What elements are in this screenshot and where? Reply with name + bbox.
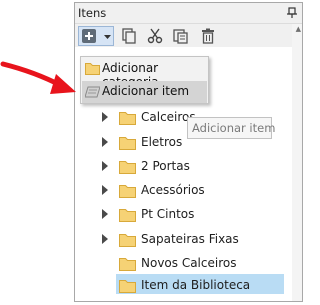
expand-arrow-icon[interactable] — [102, 234, 108, 244]
expand-arrow-icon[interactable] — [102, 112, 108, 122]
panel-toolbar — [75, 24, 302, 47]
expand-arrow-icon[interactable] — [102, 185, 108, 195]
folder-icon — [119, 112, 136, 125]
dropdown-arrow-icon — [104, 35, 111, 39]
tree-item-label: Sapateiras Fixas — [141, 232, 239, 246]
annotation-arrow-icon — [0, 61, 76, 94]
tree-item-label: Acessórios — [141, 183, 205, 197]
tree-item-label: Eletros — [141, 135, 183, 149]
copy-button[interactable] — [119, 26, 139, 45]
cut-button[interactable] — [145, 26, 165, 45]
delete-button[interactable] — [198, 26, 218, 45]
folder-icon — [119, 185, 136, 198]
expand-arrow-icon[interactable] — [102, 137, 108, 147]
folder-icon — [119, 258, 136, 271]
paste-icon — [173, 28, 188, 44]
tree-item-eletros[interactable]: Eletros — [102, 133, 192, 153]
add-dropdown-menu: Adicionar categoria Adicionar item — [80, 56, 209, 104]
scroll-up-arrow-icon[interactable]: ▲ — [296, 25, 301, 33]
menu-item-label: Adicionar item — [102, 84, 190, 98]
folder-icon — [119, 280, 136, 293]
tooltip-text: Adicionar item — [192, 121, 276, 135]
pin-icon[interactable] — [286, 7, 298, 19]
vertical-scrollbar[interactable] — [292, 24, 302, 301]
menu-item-adicionar-categoria[interactable]: Adicionar categoria — [82, 58, 207, 89]
tree-item-acessorios[interactable]: Acessórios — [102, 181, 205, 201]
tooltip: Adicionar item — [187, 117, 276, 139]
cut-icon — [147, 28, 163, 43]
expand-arrow-icon[interactable] — [102, 161, 108, 171]
folder-icon — [119, 234, 136, 247]
tree-item-label: Pt Cintos — [141, 207, 195, 221]
tree-item-2-portas[interactable]: 2 Portas — [102, 157, 192, 177]
folder-icon — [119, 161, 136, 174]
item-icon — [85, 86, 100, 98]
tree-item-item-da-biblioteca[interactable]: Item da Biblioteca — [119, 276, 279, 296]
add-icon — [82, 29, 96, 43]
add-dropdown-button[interactable] — [78, 26, 114, 46]
paste-button[interactable] — [171, 26, 191, 45]
tree-item-sapateiras-fixas[interactable]: Sapateiras Fixas — [102, 230, 252, 250]
tree-item-calceiros[interactable]: Calceiros — [102, 108, 196, 128]
copy-icon — [122, 27, 136, 44]
panel-titlebar: Itens — [75, 3, 302, 24]
tree-item-label: 2 Portas — [141, 159, 190, 173]
expand-arrow-icon[interactable] — [102, 209, 108, 219]
menu-item-adicionar-item[interactable]: Adicionar item — [82, 81, 207, 103]
tree-item-novos-calceiros[interactable]: Novos Calceiros — [119, 254, 259, 274]
folder-icon — [85, 63, 100, 75]
panel-title: Itens — [78, 6, 107, 20]
tree-item-pt-cintos[interactable]: Pt Cintos — [102, 205, 202, 225]
tree-item-label: Novos Calceiros — [141, 256, 237, 270]
folder-icon — [119, 137, 136, 150]
delete-icon — [202, 28, 214, 44]
folder-icon — [119, 209, 136, 222]
tree-item-label: Item da Biblioteca — [141, 278, 251, 292]
